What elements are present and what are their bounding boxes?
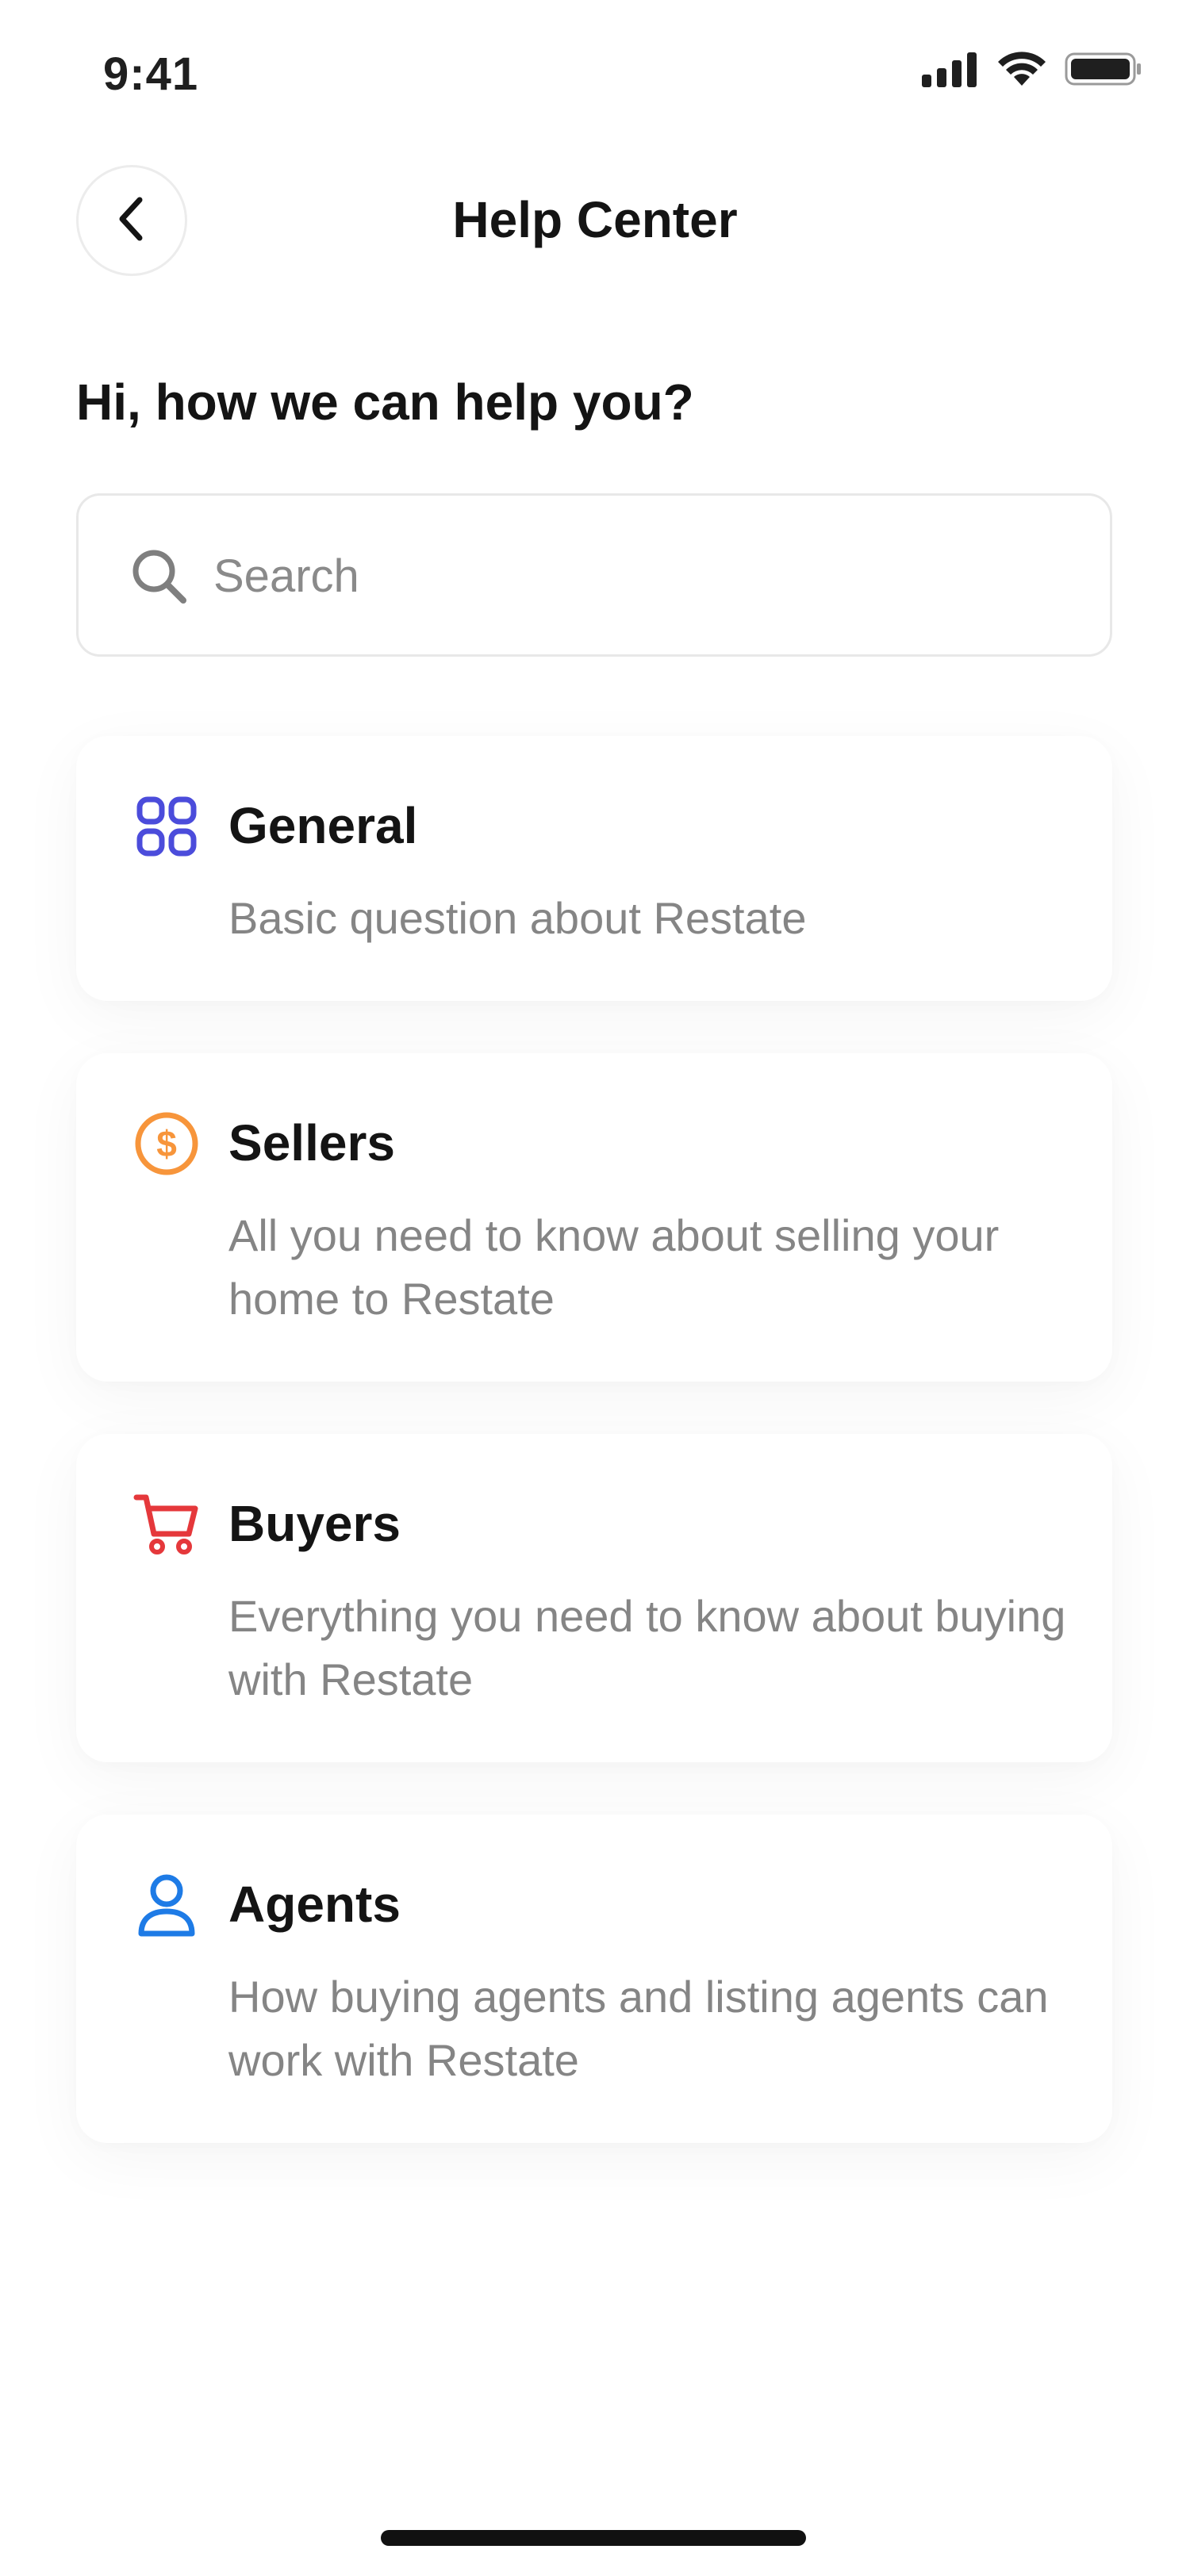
status-time: 9:41 [103,48,199,100]
category-description: Basic question about Restate [228,893,807,943]
cart-icon [133,1491,200,1558]
grid-icon [133,793,200,860]
category-title: Agents [228,1876,401,1933]
category-description: How buying agents and listing agents can… [228,1972,1049,2085]
search-icon [131,548,188,609]
category-card-buyers[interactable]: Buyers Everything you need to know about… [76,1434,1112,1762]
battery-icon [1065,51,1142,91]
category-description: All you need to know about selling your … [228,1210,1000,1324]
status-icons [922,51,1142,91]
home-indicator [381,2530,806,2546]
category-card-sellers[interactable]: $ Sellers All you need to know about sel… [76,1053,1112,1382]
signal-icon [922,51,979,91]
category-card-agents[interactable]: Agents How buying agents and listing age… [76,1815,1112,2143]
search-box[interactable] [76,493,1112,657]
category-title: Buyers [228,1495,401,1552]
svg-text:$: $ [156,1123,177,1164]
wifi-icon [996,51,1047,91]
category-title: General [228,797,418,854]
category-description: Everything you need to know about buying… [228,1591,1066,1704]
dollar-coin-icon: $ [133,1110,200,1177]
user-icon [133,1872,200,1938]
category-title: Sellers [228,1114,395,1171]
status-bar: 9:41 [0,0,1190,151]
category-card-general[interactable]: General Basic question about Restate [76,736,1112,1001]
greeting-heading: Hi, how we can help you? [76,374,694,431]
page-title: Help Center [452,191,738,248]
search-input[interactable] [213,540,1054,611]
